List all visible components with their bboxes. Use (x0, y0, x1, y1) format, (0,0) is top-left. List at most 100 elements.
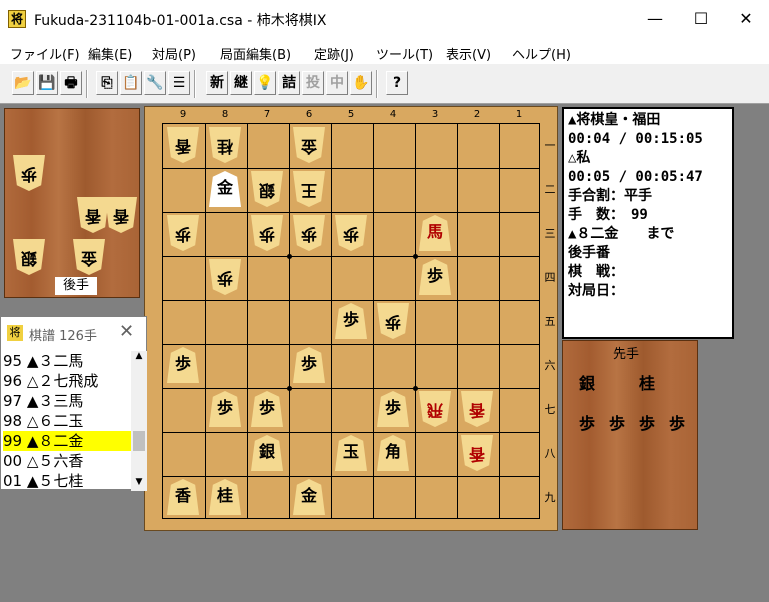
board-piece[interactable]: 歩 (293, 347, 325, 383)
board-piece[interactable]: 金 (293, 479, 325, 515)
kifu-move-row[interactable]: 01 ▲５七桂 (3, 471, 131, 491)
list-icon[interactable]: ☰ (168, 71, 190, 95)
board-piece[interactable]: 歩 (167, 215, 199, 251)
move-count: 手 数： 99 (568, 207, 648, 223)
board-piece[interactable]: 桂 (209, 127, 241, 163)
close-button[interactable]: ✕ (723, 0, 769, 38)
board-piece[interactable]: 香 (461, 435, 493, 471)
gote-label: 後手 (55, 277, 97, 295)
sente-hand-piece[interactable]: 歩 (571, 407, 603, 443)
board-piece[interactable]: 歩 (335, 215, 367, 251)
gote-hand-piece[interactable]: 金 (73, 239, 105, 275)
sente-hand-piece[interactable]: 歩 (631, 407, 663, 443)
kifu-window: 将 棋譜 126手 ✕ 95 ▲３二馬 96 △２七飛成 97 ▲３三馬 98 △６二… (0, 316, 148, 491)
toolbar-separator (376, 70, 378, 98)
kifu-app-icon: 将 (7, 325, 23, 341)
interrupt-button[interactable]: 中 (326, 71, 348, 95)
sente-hand-piece[interactable]: 銀 (571, 367, 603, 403)
gote-hand-piece[interactable]: 歩 (13, 155, 45, 191)
turn-indicator: 後手番 (568, 245, 610, 261)
kifu-close-icon[interactable]: ✕ (119, 321, 134, 342)
wait-hand-icon[interactable]: ✋ (350, 71, 372, 95)
board-piece[interactable]: 歩 (251, 391, 283, 427)
board-piece[interactable]: 歩 (209, 391, 241, 427)
board-piece[interactable]: 歩 (251, 215, 283, 251)
toolbar-separator (194, 70, 196, 98)
shogi-board[interactable]: 987654321 一二三四五六七八九 香桂金金銀王歩歩歩歩馬歩歩歩歩歩歩歩歩歩… (144, 106, 558, 531)
hint-bulb-icon[interactable]: 💡 (254, 71, 276, 95)
board-piece[interactable]: 歩 (335, 303, 367, 339)
gote-player-name: △私 (568, 150, 591, 166)
menu-edit[interactable]: 編集(E) (88, 44, 132, 63)
board-piece[interactable]: 歩 (377, 303, 409, 339)
kifu-move-list[interactable]: 95 ▲３二馬 96 △２七飛成 97 ▲３三馬 98 △６二玉 99 ▲８二金 00 △… (3, 351, 131, 491)
kifu-title-bar: 将 棋譜 126手 ✕ (1, 317, 148, 347)
scroll-thumb[interactable] (133, 431, 145, 451)
new-game-button[interactable]: 新 (206, 71, 228, 95)
tsume-button[interactable]: 詰 (278, 71, 300, 95)
kifu-move-row[interactable]: 98 △６二玉 (3, 411, 131, 431)
gote-hand-piece[interactable]: 銀 (13, 239, 45, 275)
kifu-move-row[interactable]: 00 △５六香 (3, 451, 131, 471)
sente-player-name: ▲将棋皇・福田 (568, 112, 661, 128)
menu-tools[interactable]: ツール(T) (376, 44, 433, 63)
sente-label: 先手 (613, 347, 640, 362)
board-piece[interactable]: 歩 (419, 259, 451, 295)
sente-hand-piece[interactable]: 歩 (601, 407, 633, 443)
title-bar: 将 Fukuda-231104b-01-001a.csa - 柿木将棋IX — … (0, 0, 769, 38)
gote-hand-piece[interactable]: 香 (105, 197, 137, 233)
board-piece[interactable]: 銀 (251, 435, 283, 471)
board-piece[interactable]: 歩 (377, 391, 409, 427)
menu-view[interactable]: 表示(V) (446, 44, 491, 63)
sente-hand-piece[interactable]: 歩 (661, 407, 693, 443)
menu-bar: ファイル(F) 編集(E) 対局(P) 局面編集(B) 定跡(J) ツール(T)… (0, 38, 769, 64)
board-piece[interactable]: 銀 (251, 171, 283, 207)
last-move: ▲８二金 まで (568, 226, 675, 242)
board-piece[interactable]: 金 (293, 127, 325, 163)
board-piece[interactable]: 飛 (419, 391, 451, 427)
board-piece[interactable]: 香 (167, 127, 199, 163)
board-piece[interactable]: 王 (293, 171, 325, 207)
board-piece[interactable]: 香 (461, 391, 493, 427)
board-piece[interactable]: 香 (167, 479, 199, 515)
toolbar: 📂 💾 🖶 ⎘ 📋 🔧 ☰ 新 継 💡 詰 投 中 ✋ ? (0, 64, 769, 104)
sente-time: 00:04 / 00:15:05 (568, 131, 703, 147)
resign-button[interactable]: 投 (302, 71, 324, 95)
kifu-move-row[interactable]: 97 ▲３三馬 (3, 391, 131, 411)
app-icon: 将 (8, 10, 26, 28)
board-piece[interactable]: 歩 (167, 347, 199, 383)
board-piece[interactable]: 玉 (335, 435, 367, 471)
minimize-button[interactable]: — (632, 0, 678, 38)
open-icon[interactable]: 📂 (12, 71, 34, 95)
kifu-move-row[interactable]: 95 ▲３二馬 (3, 351, 131, 371)
wrench-icon[interactable]: 🔧 (144, 71, 166, 95)
menu-game[interactable]: 対局(P) (152, 44, 196, 63)
menu-board-edit[interactable]: 局面編集(B) (220, 44, 291, 63)
copy-icon[interactable]: ⎘ (96, 71, 118, 95)
kifu-title: 棋譜 126手 (29, 329, 97, 344)
menu-help[interactable]: ヘルプ(H) (512, 44, 571, 63)
continue-button[interactable]: 継 (230, 71, 252, 95)
paste-icon[interactable]: 📋 (120, 71, 142, 95)
board-piece[interactable]: 角 (377, 435, 409, 471)
window-title: Fukuda-231104b-01-001a.csa - 柿木将棋IX (34, 13, 327, 29)
sente-hand-piece[interactable]: 桂 (631, 367, 663, 403)
board-piece[interactable]: 桂 (209, 479, 241, 515)
menu-file[interactable]: ファイル(F) (10, 44, 80, 63)
board-piece[interactable]: 金 (209, 171, 241, 207)
sente-piece-stand: 先手 銀 桂 歩 歩 歩 歩 (562, 340, 698, 530)
board-piece[interactable]: 歩 (209, 259, 241, 295)
menu-joseki[interactable]: 定跡(J) (314, 44, 354, 63)
print-icon[interactable]: 🖶 (60, 71, 82, 95)
gote-time: 00:05 / 00:05:47 (568, 169, 703, 185)
board-piece[interactable]: 馬 (419, 215, 451, 251)
kifu-move-row[interactable]: 96 △２七飛成 (3, 371, 131, 391)
board-piece[interactable]: 歩 (293, 215, 325, 251)
gote-piece-stand: 歩 香 香 銀 金 後手 (4, 108, 140, 298)
help-icon[interactable]: ? (386, 71, 408, 95)
kifu-move-row[interactable]: 99 ▲８二金 (3, 431, 131, 451)
save-icon[interactable]: 💾 (36, 71, 58, 95)
maximize-button[interactable]: ☐ (678, 0, 724, 38)
date-info: 対局日： (568, 283, 624, 299)
board-pieces: 香桂金金銀王歩歩歩歩馬歩歩歩歩歩歩歩歩歩飛香銀玉角香香桂金 (145, 107, 557, 530)
